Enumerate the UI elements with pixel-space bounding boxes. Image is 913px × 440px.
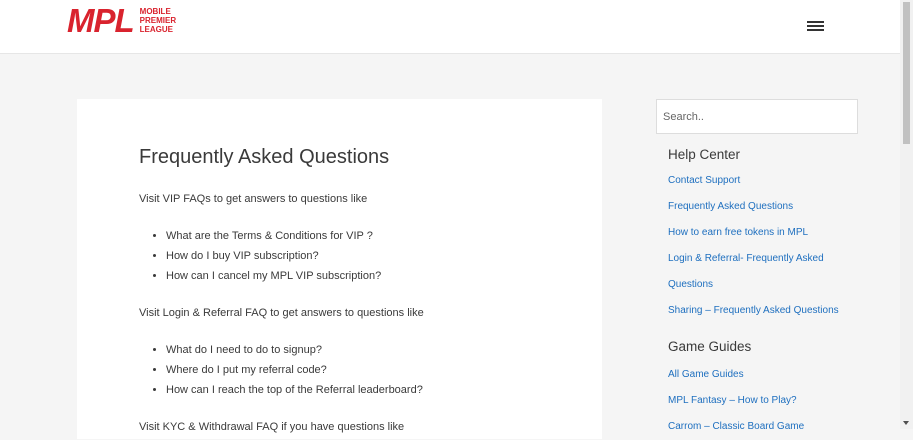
faq-section-intro: Visit Login & Referral FAQ to get answer… (139, 307, 424, 319)
list-item: Where do I put my referral code? (166, 360, 579, 380)
list-item: Contact Support (668, 168, 861, 194)
sidebar: Help Center Contact Support Frequently A… (656, 99, 861, 440)
list-item: How do I buy VIP subscription? (166, 246, 579, 266)
list-item: All Game Guides (668, 362, 861, 388)
page-title: Frequently Asked Questions (139, 146, 390, 168)
menu-bar (807, 29, 824, 31)
link-login-referral-cont[interactable]: Questions (668, 279, 713, 290)
link-faq[interactable]: Frequently Asked Questions (668, 201, 793, 212)
list-item: How can I cancel my MPL VIP subscription… (166, 266, 579, 286)
help-center-links: Contact Support Frequently Asked Questio… (668, 168, 861, 324)
menu-bar (807, 21, 824, 23)
faq-section-intro: Visit KYC & Withdrawal FAQ if you have q… (139, 421, 405, 433)
list-item: Sharing – Frequently Asked Questions (668, 298, 861, 324)
link-sharing-faq[interactable]: Sharing – Frequently Asked Questions (668, 305, 839, 316)
logo-line-3: LEAGUE (139, 25, 174, 34)
search-input[interactable] (656, 99, 858, 134)
link-carrom[interactable]: Carrom – Classic Board Game (668, 421, 804, 432)
link-free-tokens[interactable]: How to earn free tokens in MPL (668, 227, 808, 238)
faq-question-list: What do I need to do to signup? Where do… (139, 340, 579, 400)
help-center-widget: Help Center Contact Support Frequently A… (668, 146, 861, 324)
site-header: MPL MOBILE PREMIER LEAGUE (0, 0, 900, 54)
scroll-down-arrow-icon[interactable] (903, 421, 909, 425)
menu-bar (807, 25, 824, 27)
list-item: Questions (668, 272, 861, 298)
article: Frequently Asked Questions Visit VIP FAQ… (139, 144, 579, 434)
faq-question-list: What are the Terms & Conditions for VIP … (139, 226, 579, 286)
logo-mark: MPL (67, 2, 135, 39)
logo-wordmark: MOBILE PREMIER LEAGUE (140, 6, 176, 34)
main-content-card: Frequently Asked Questions Visit VIP FAQ… (77, 99, 602, 439)
widget-title: Help Center (668, 147, 741, 162)
widget-title: Game Guides (668, 339, 752, 354)
game-guides-widget: Game Guides All Game Guides MPL Fantasy … (668, 338, 861, 440)
game-guides-links: All Game Guides MPL Fantasy – How to Pla… (668, 362, 861, 440)
list-item: How can I reach the top of the Referral … (166, 380, 579, 400)
hamburger-menu-icon[interactable] (807, 21, 825, 33)
link-all-game-guides[interactable]: All Game Guides (668, 369, 744, 380)
link-mpl-fantasy[interactable]: MPL Fantasy – How to Play? (668, 395, 797, 406)
list-item: Login & Referral- Frequently Asked (668, 246, 861, 272)
scrollbar-thumb[interactable] (903, 2, 910, 144)
list-item: How to earn free tokens in MPL (668, 220, 861, 246)
list-item: Frequently Asked Questions (668, 194, 861, 220)
faq-section-intro: Visit VIP FAQs to get answers to questio… (139, 193, 368, 205)
link-contact-support[interactable]: Contact Support (668, 175, 740, 186)
list-item: What do I need to do to signup? (166, 340, 579, 360)
vertical-scrollbar[interactable] (900, 0, 913, 429)
logo-line-1: MOBILE (139, 7, 171, 16)
list-item: MPL Fantasy – How to Play? (668, 388, 861, 414)
link-login-referral[interactable]: Login & Referral- Frequently Asked (668, 253, 824, 264)
list-item: What are the Terms & Conditions for VIP … (166, 226, 579, 246)
list-item: Carrom – Classic Board Game (668, 414, 861, 440)
mpl-logo[interactable]: MPL MOBILE PREMIER LEAGUE (67, 2, 176, 39)
logo-line-2: PREMIER (139, 16, 177, 25)
